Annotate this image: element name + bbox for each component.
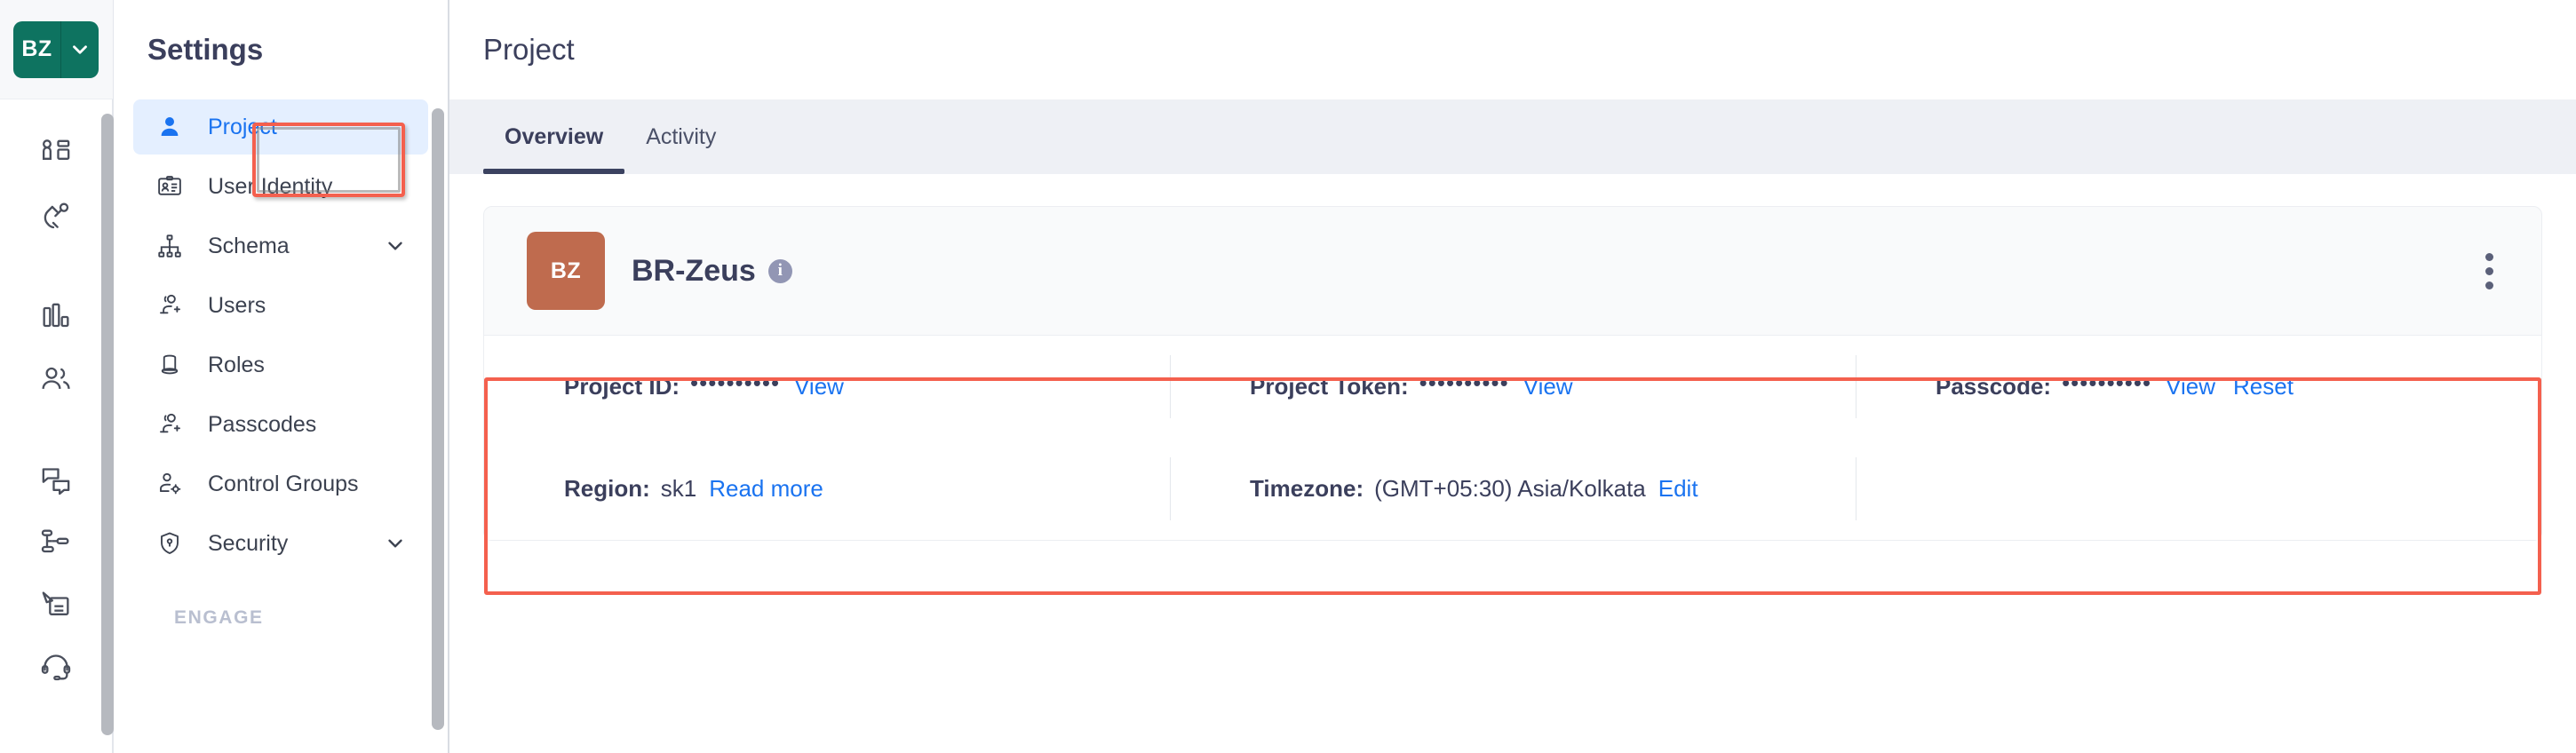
region-value: sk1 [660,475,697,502]
campaign-icon[interactable] [25,574,87,636]
project-token-masked-value: •••••••••• [1419,369,1509,396]
sidebar-item-user-identity[interactable]: User Identity [133,159,428,214]
person-icon [155,114,185,140]
timezone-label: Timezone: [1250,475,1364,502]
passcode-label: Passcode: [1936,373,2052,400]
brand-initials: BZ [13,20,61,78]
passcode-reset-link[interactable]: Reset [2233,373,2294,400]
dashboard-icon[interactable] [25,123,87,185]
sidebar-item-security[interactable]: Security [133,516,428,571]
page-title: Project [483,33,575,66]
info-cell-project-id: Project ID: •••••••••• View [484,336,1170,438]
sidebar-item-passcodes[interactable]: Passcodes [133,397,428,452]
passcode-view-link[interactable]: View [2166,373,2215,400]
sidebar-item-project[interactable]: Project [133,99,428,155]
left-icon-rail: BZ [0,0,114,753]
rail-scrollbar-thumb[interactable] [101,114,114,735]
project-token-label: Project Token: [1250,373,1409,400]
sidebar-item-roles[interactable]: Roles [133,337,428,392]
sidebar-section-engage: ENGAGE [174,607,264,628]
tab-label: Activity [646,123,717,149]
sidebar-item-label: Roles [208,352,265,377]
user-settings-icon [155,471,185,497]
tab-bar: Overview Activity [449,99,2576,174]
chevron-down-icon[interactable] [384,234,407,258]
project-token-view-link[interactable]: View [1523,373,1573,400]
info-cell-project-token: Project Token: •••••••••• View [1170,336,1856,438]
workflow-icon[interactable] [25,511,87,574]
sidebar-item-label: Users [208,292,266,318]
project-avatar: BZ [527,232,605,310]
sidebar-header: Settings [114,0,448,99]
info-cell-timezone: Timezone: (GMT+05:30) Asia/Kolkata Edit [1170,438,1856,540]
sidebar-item-users[interactable]: Users [133,278,428,333]
sidebar-nav: Project User Identity Schema Users Roles… [114,99,448,629]
content-area: BZ BR-Zeus i Project ID: •••••••••• View… [449,174,2576,753]
project-id-label: Project ID: [564,373,680,400]
sidebar-title: Settings [147,33,264,66]
project-name-text: BR-Zeus [632,253,756,288]
tab-label: Overview [505,123,604,149]
project-id-view-link[interactable]: View [794,373,844,400]
brand-pill[interactable]: BZ [13,20,99,78]
region-read-more-link[interactable]: Read more [709,475,823,503]
info-row-region-timezone: Region: sk1 Read more Timezone: (GMT+05:… [484,438,2541,540]
settings-sidebar: Settings Project User Identity Schema Us… [114,0,449,753]
passcode-masked-value: •••••••••• [2062,369,2152,396]
timezone-edit-link[interactable]: Edit [1658,475,1698,503]
add-user-icon [155,292,185,319]
sidebar-item-schema[interactable]: Schema [133,218,428,273]
main-content: Project Overview Activity BZ BR-Zeus i P… [449,0,2576,753]
project-card-body: Project ID: •••••••••• View Project Toke… [484,335,2541,540]
sidebar-item-label: Security [208,530,289,556]
chevron-down-icon[interactable] [384,532,407,555]
rail-icon-list [0,123,112,698]
sidebar-item-label: Control Groups [208,471,359,496]
kebab-menu-icon[interactable] [2468,242,2511,300]
project-card: BZ BR-Zeus i Project ID: •••••••••• View… [483,206,2542,595]
info-cell-empty [1856,438,2541,540]
app-root: BZ Settings Project User Identity Schema… [0,0,2576,753]
info-cell-passcode: Passcode: •••••••••• View Reset [1856,336,2541,438]
sidebar-item-label: Passcodes [208,411,317,437]
project-id-masked-value: •••••••••• [690,369,781,396]
sidebar-item-label: Schema [208,233,290,258]
id-card-icon [155,173,185,200]
people-icon[interactable] [25,348,87,410]
tab-overview[interactable]: Overview [483,99,625,174]
region-label: Region: [564,475,650,502]
info-cell-region: Region: sk1 Read more [484,438,1170,540]
headset-support-icon[interactable] [25,636,87,698]
sidebar-item-label: User Identity [208,173,333,199]
schema-tree-icon [155,233,185,259]
sidebar-item-label: Project [208,114,277,139]
shield-lock-icon [155,530,185,557]
sidebar-item-control-groups[interactable]: Control Groups [133,456,428,511]
chevron-down-icon[interactable] [61,21,99,78]
sidebar-scrollbar-thumb[interactable] [432,108,444,730]
add-user-icon [155,411,185,438]
info-row-credentials: Project ID: •••••••••• View Project Toke… [484,336,2541,438]
magnet-icon[interactable] [25,185,87,247]
info-icon[interactable]: i [767,258,792,283]
page-header: Project [449,0,2576,99]
workspace-brand[interactable]: BZ [0,0,113,99]
project-card-header: BZ BR-Zeus i [484,207,2541,335]
chat-icon[interactable] [25,449,87,511]
top-hat-icon [155,352,185,378]
project-name: BR-Zeus i [632,254,792,289]
tab-activity[interactable]: Activity [624,99,737,174]
bar-chart-icon[interactable] [25,286,87,348]
timezone-value: (GMT+05:30) Asia/Kolkata [1374,475,1646,502]
